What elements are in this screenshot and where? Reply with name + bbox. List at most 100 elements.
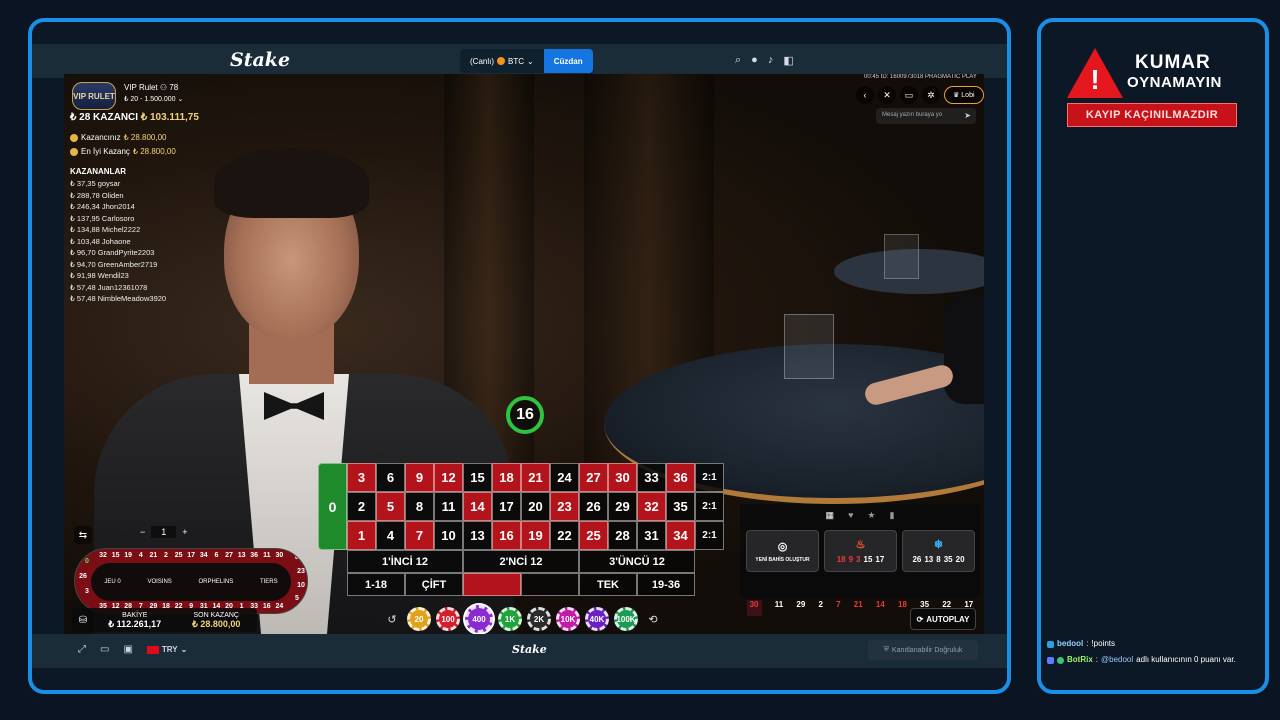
bet-red[interactable] [463, 573, 521, 596]
section-tiers[interactable]: TIERS [260, 579, 278, 585]
back-icon[interactable]: ‹ [856, 86, 874, 104]
chat-icon[interactable]: ▭ [900, 86, 918, 104]
section-jeu0[interactable]: JEU 0 [104, 579, 120, 585]
cold-numbers-card[interactable]: ❄ 26 13 8 35 20 [902, 530, 975, 572]
bet-number[interactable]: 9 [405, 463, 434, 492]
bet-number[interactable]: 18 [492, 463, 521, 492]
chip-400[interactable]: 400 [465, 605, 493, 633]
plus-icon[interactable]: + [182, 527, 187, 537]
bet-number[interactable]: 33 [637, 463, 666, 492]
settings-icon[interactable]: ✲ [922, 86, 940, 104]
bet-number[interactable]: 36 [666, 463, 695, 492]
heart-icon[interactable]: ♥ [848, 510, 853, 521]
bet-number[interactable]: 26 [579, 492, 608, 521]
chip-1k[interactable]: 1K [498, 607, 522, 631]
bet-number[interactable]: 6 [376, 463, 405, 492]
bet-number[interactable]: 20 [521, 492, 550, 521]
grid-icon[interactable]: ▦ [826, 510, 835, 521]
bet-number[interactable]: 14 [463, 492, 492, 521]
bet-number[interactable]: 22 [550, 521, 579, 550]
chip-100k[interactable]: 100K [614, 607, 638, 631]
search-icon[interactable]: ⌕ [735, 54, 741, 67]
bet-number[interactable]: 32 [637, 492, 666, 521]
racetrack-number[interactable]: 27 [223, 552, 235, 559]
repeat-icon[interactable]: ⟲ [643, 609, 663, 629]
bet-number[interactable]: 29 [608, 492, 637, 521]
racetrack-number[interactable]: 2 [160, 552, 172, 559]
racetrack-number[interactable]: 30 [273, 552, 285, 559]
bet-number[interactable]: 35 [666, 492, 695, 521]
racetrack-number[interactable]: 19 [122, 552, 134, 559]
racetrack-number[interactable]: 16 [261, 603, 273, 610]
bet-number[interactable]: 7 [405, 521, 434, 550]
bet-dozen[interactable]: 1'İNCİ 12 [347, 550, 463, 573]
lobby-button[interactable]: ♛ Lobi [944, 86, 984, 104]
fullscreen-icon[interactable]: ⤢ [78, 644, 86, 655]
send-icon[interactable]: ➤ [964, 111, 971, 120]
bet-number[interactable]: 15 [463, 463, 492, 492]
section-voisins[interactable]: VOISINS [147, 579, 171, 585]
bet-number[interactable]: 10 [434, 521, 463, 550]
bet-number[interactable]: 17 [492, 492, 521, 521]
minus-icon[interactable]: − [140, 527, 145, 537]
racetrack-number[interactable]: 26 [77, 573, 89, 580]
racetrack-number[interactable]: 36 [248, 552, 260, 559]
mute-icon[interactable]: ✕ [878, 86, 896, 104]
bet-number[interactable]: 8 [405, 492, 434, 521]
bet-number[interactable]: 27 [579, 463, 608, 492]
currency-selector[interactable]: TRY ⌄ [146, 645, 187, 654]
bet-outside[interactable]: 1-18 [347, 573, 405, 596]
bet-number[interactable]: 13 [463, 521, 492, 550]
chat-input[interactable]: Mesaj yazın buraya yo ➤ [876, 108, 976, 124]
racetrack-number[interactable]: 3 [81, 588, 93, 595]
bet-number[interactable]: 2 [347, 492, 376, 521]
racetrack-number[interactable]: 24 [273, 603, 285, 610]
stats-icon[interactable]: ▣ [123, 644, 132, 655]
bet-number[interactable]: 25 [579, 521, 608, 550]
star-icon[interactable]: ★ [867, 510, 875, 521]
hot-numbers-card[interactable]: ♨ 18 9 3 15 17 [824, 530, 897, 572]
chat-username[interactable]: bedool [1057, 636, 1083, 652]
racetrack-number[interactable]: 17 [185, 552, 197, 559]
bet-number[interactable]: 28 [608, 521, 637, 550]
bet-number[interactable]: 31 [637, 521, 666, 550]
bet-column[interactable]: 2:1 [695, 492, 724, 521]
racetrack[interactable]: JEU 0 VOISINS ORPHELINS TIERS 32 15 19 4 21 2… [74, 548, 308, 614]
bet-number[interactable]: 30 [608, 463, 637, 492]
racetrack-number[interactable]: 25 [173, 552, 185, 559]
swap-icon[interactable]: ⇆ [74, 526, 92, 544]
chat-mention[interactable]: @bedool [1101, 652, 1133, 668]
autoplay-button[interactable]: ⟳ AUTOPLAY [910, 608, 976, 630]
racetrack-number[interactable]: 32 [97, 552, 109, 559]
bet-number[interactable]: 1 [347, 521, 376, 550]
chip-10k[interactable]: 10K [556, 607, 580, 631]
bet-number[interactable]: 12 [434, 463, 463, 492]
bet-outside[interactable]: ÇİFT [405, 573, 463, 596]
bet-dozen[interactable]: 2'NCİ 12 [463, 550, 579, 573]
chip-100[interactable]: 100 [436, 607, 460, 631]
chip-2k[interactable]: 2K [527, 607, 551, 631]
bet-number[interactable]: 3 [347, 463, 376, 492]
user-icon[interactable]: ● [751, 54, 758, 67]
bet-column[interactable]: 2:1 [695, 521, 724, 550]
create-bet-card[interactable]: ◎ YENİ BAHİS OLUŞTUR [746, 530, 819, 572]
bet-number[interactable]: 23 [550, 492, 579, 521]
racetrack-number[interactable]: 10 [295, 582, 307, 589]
bet-zero[interactable]: 0 [318, 463, 347, 550]
bet-number[interactable]: 21 [521, 463, 550, 492]
chip-20[interactable]: 20 [407, 607, 431, 631]
chat-username[interactable]: BotRix [1067, 652, 1093, 668]
racetrack-number[interactable]: 13 [236, 552, 248, 559]
racetrack-number[interactable]: 15 [110, 552, 122, 559]
stake-logo[interactable]: Stake [230, 49, 290, 71]
racetrack-number[interactable]: 23 [295, 568, 307, 575]
bet-number[interactable]: 4 [376, 521, 405, 550]
section-orphelins[interactable]: ORPHELINS [199, 579, 234, 585]
stats-icon[interactable]: ▮ [889, 510, 894, 521]
racetrack-number[interactable]: 8 [291, 554, 303, 561]
wallet-button[interactable]: Cüzdan [543, 49, 593, 73]
bet-number[interactable]: 11 [434, 492, 463, 521]
bet-dozen[interactable]: 3'ÜNCÜ 12 [579, 550, 695, 573]
chip-40k[interactable]: 40K [585, 607, 609, 631]
bell-icon[interactable]: ♪ [768, 54, 774, 67]
